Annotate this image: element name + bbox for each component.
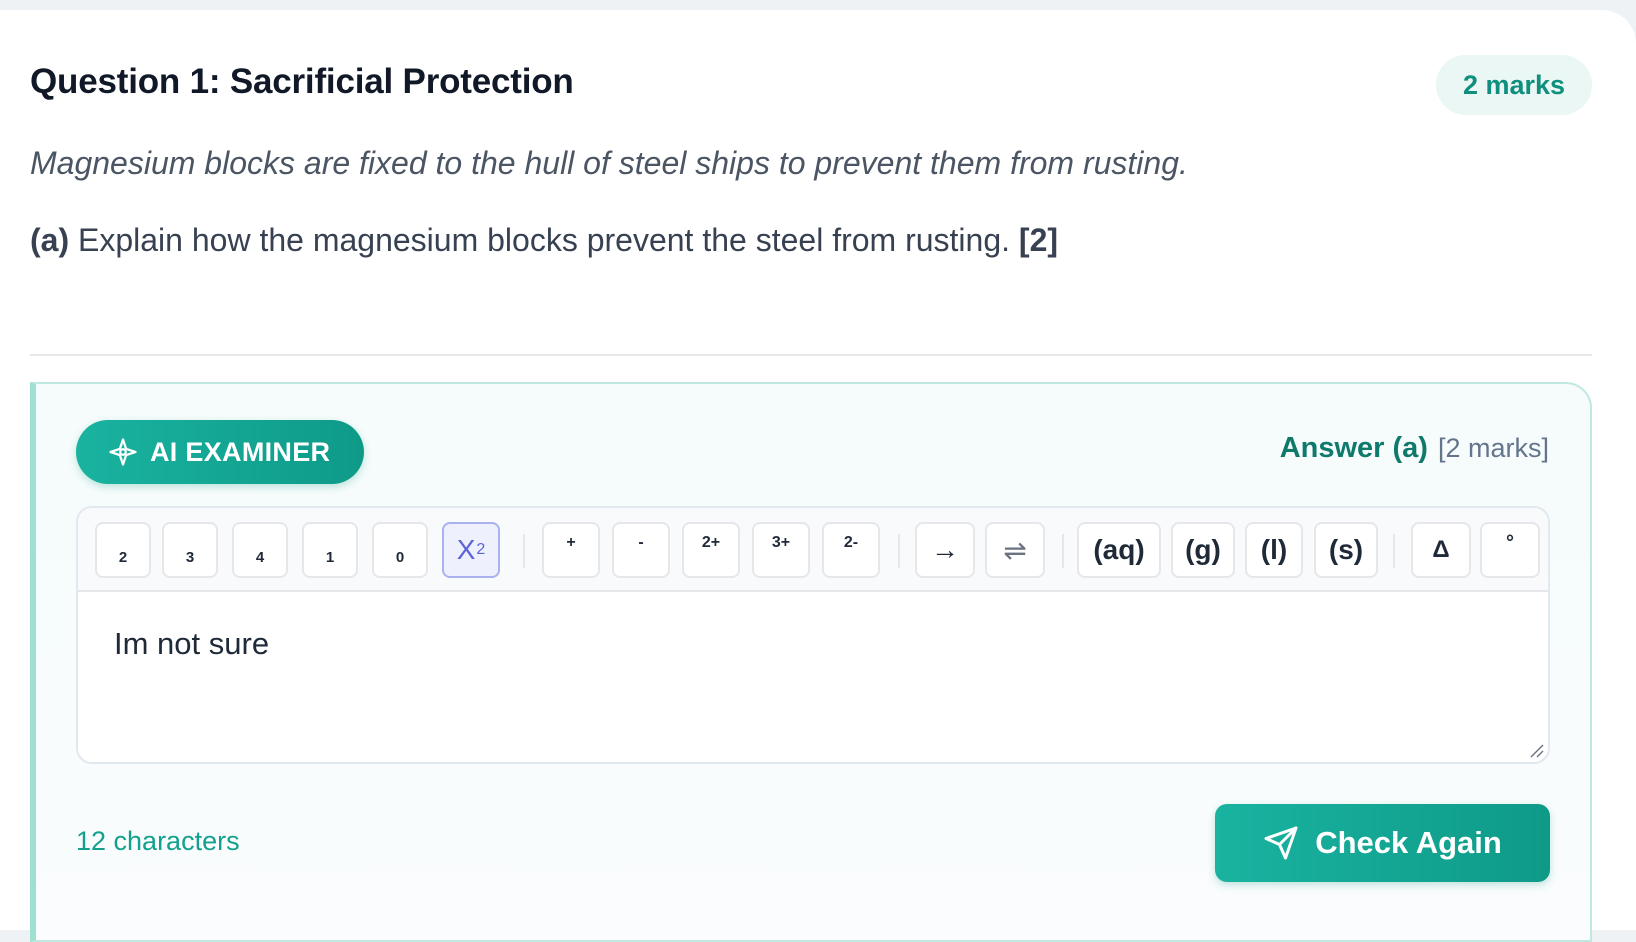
- answer-label: Answer (a) [2 marks]: [1280, 432, 1549, 465]
- subscript-toggle-button[interactable]: X2: [442, 522, 500, 578]
- chem-toolbar: 2 3 4 1 0 X2 + - 2+ 3+ 2- → ⇌ (aq) (g) (…: [78, 508, 1548, 592]
- insert-subscript-0-button[interactable]: 0: [372, 522, 428, 578]
- question-title: Question 1: Sacrificial Protection: [30, 62, 574, 101]
- insert-2minus-button[interactable]: 2-: [822, 522, 880, 578]
- insert-2plus-button[interactable]: 2+: [682, 522, 740, 578]
- insert-subscript-1-button[interactable]: 1: [302, 522, 358, 578]
- right-arrow-icon: →: [931, 534, 959, 565]
- answer-editor: 2 3 4 1 0 X2 + - 2+ 3+ 2- → ⇌ (aq) (g) (…: [76, 506, 1550, 764]
- check-again-label: Check Again: [1315, 825, 1502, 860]
- answer-part: Answer (a): [1279, 432, 1428, 464]
- part-text: Explain how the magnesium blocks prevent…: [78, 222, 1011, 258]
- answer-textarea[interactable]: Im not sure: [114, 626, 269, 662]
- character-count: 12 characters: [76, 826, 240, 856]
- insert-delta-button[interactable]: Δ: [1411, 522, 1471, 578]
- insert-3plus-button[interactable]: 3+: [752, 522, 810, 578]
- ai-examiner-label: AI EXAMINER: [150, 436, 331, 467]
- toolbar-separator: [898, 534, 900, 568]
- insert-plus-button[interactable]: +: [542, 522, 600, 578]
- divider: [30, 354, 1592, 356]
- insert-aq-button[interactable]: (aq): [1077, 522, 1161, 578]
- insert-subscript-3-button[interactable]: 3: [162, 522, 218, 578]
- question-part-a: (a) Explain how the magnesium blocks pre…: [30, 222, 1058, 259]
- equilibrium-icon: ⇌: [1003, 534, 1027, 566]
- check-again-button[interactable]: Check Again: [1215, 804, 1550, 882]
- part-label: (a): [30, 222, 70, 258]
- insert-arrow-button[interactable]: →: [915, 522, 975, 578]
- marks-badge: 2 marks: [1436, 55, 1592, 115]
- question-context: Magnesium blocks are fixed to the hull o…: [30, 145, 1188, 181]
- resize-handle-icon[interactable]: [1528, 742, 1544, 758]
- part-marks: [2]: [1018, 222, 1059, 258]
- subscript-toggle-sub: 2: [476, 541, 486, 558]
- insert-subscript-2-button[interactable]: 2: [95, 522, 151, 578]
- toolbar-separator: [1062, 534, 1064, 568]
- toolbar-separator: [1393, 534, 1395, 568]
- send-icon: [1264, 826, 1298, 860]
- insert-degree-button[interactable]: °: [1480, 522, 1540, 578]
- insert-l-button[interactable]: (l): [1245, 522, 1303, 578]
- insert-subscript-4-button[interactable]: 4: [232, 522, 288, 578]
- subscript-toggle-main: X: [456, 534, 476, 565]
- toolbar-separator: [523, 534, 525, 568]
- insert-s-button[interactable]: (s): [1314, 522, 1378, 578]
- answer-marks: [2 marks]: [1437, 433, 1549, 463]
- ai-examiner-badge: AI EXAMINER: [76, 420, 364, 484]
- ai-sparkle-icon: [109, 438, 137, 466]
- insert-equilibrium-button[interactable]: ⇌: [985, 522, 1045, 578]
- insert-minus-button[interactable]: -: [612, 522, 670, 578]
- insert-g-button[interactable]: (g): [1171, 522, 1235, 578]
